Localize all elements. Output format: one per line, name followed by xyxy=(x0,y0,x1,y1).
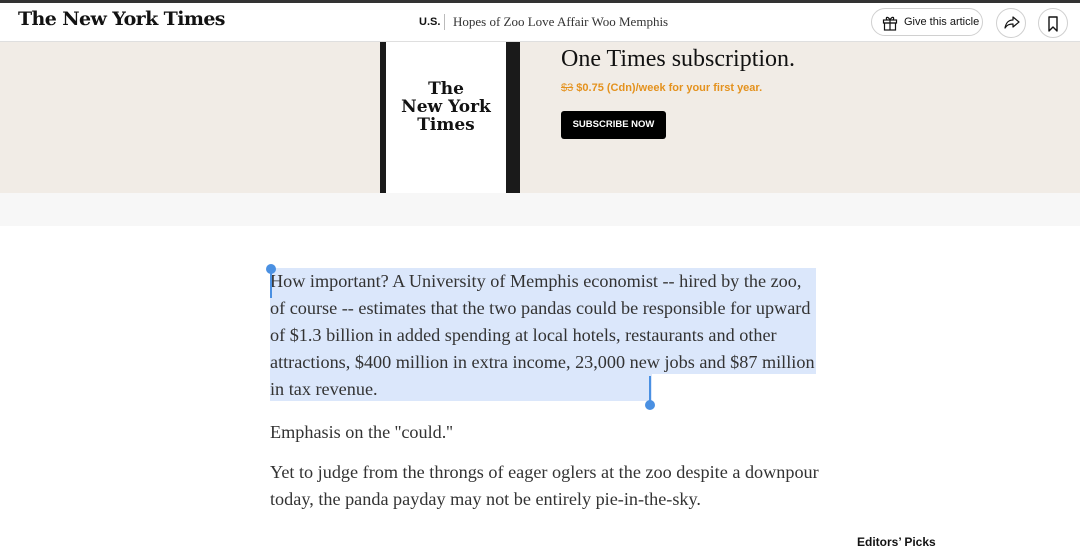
bookmark-button[interactable] xyxy=(1038,8,1068,38)
editors-picks-heading: Editors’ Picks xyxy=(857,535,936,549)
share-button[interactable] xyxy=(996,8,1026,38)
selection-end-caret xyxy=(649,376,651,402)
subscribe-now-button[interactable]: SUBSCRIBE NOW xyxy=(561,111,666,139)
phone-logo: The New York Times xyxy=(401,79,491,135)
header-headline: Hopes of Zoo Love Affair Woo Memphis xyxy=(453,14,669,29)
article-paragraph: Emphasis on the ''could.'' xyxy=(270,422,453,442)
bookmark-icon xyxy=(1048,16,1058,32)
give-article-label: Give this article xyxy=(904,16,980,28)
site-header: The New York Times U.S. Hopes of Zoo Lov… xyxy=(0,3,1080,42)
give-article-button[interactable]: Give this article xyxy=(871,8,983,36)
promo-price: $3 $0.75 (Cdn)/week for your first year. xyxy=(561,82,762,94)
gift-icon xyxy=(882,16,898,31)
nyt-logo[interactable]: The New York Times xyxy=(18,8,226,30)
promo-title: One Times subscription. xyxy=(561,46,796,72)
article-paragraph: Yet to judge from the throngs of eager o… xyxy=(270,462,819,509)
old-price: $3 xyxy=(561,82,574,94)
section-label[interactable]: U.S. xyxy=(419,16,440,28)
subscription-promo: The New York Times One Times subscriptio… xyxy=(0,42,1080,193)
header-divider xyxy=(444,14,445,30)
ad-spacer xyxy=(0,193,1080,226)
selection-end-handle[interactable] xyxy=(645,400,655,410)
article-paragraph-selected[interactable]: How important? A University of Memphis e… xyxy=(270,268,820,403)
share-icon xyxy=(1004,16,1020,29)
new-price: $0.75 (Cdn)/week for your first year. xyxy=(573,82,763,94)
selection-start-caret xyxy=(270,272,272,298)
